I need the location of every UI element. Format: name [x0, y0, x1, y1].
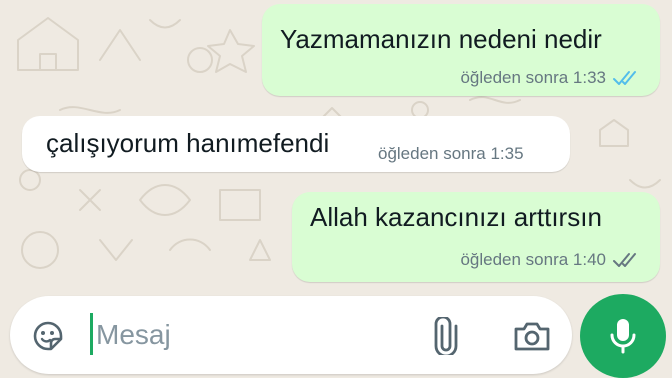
- message-text: Yazmamanızın nedeni nedir: [280, 24, 602, 54]
- message-text: çalışıyorum hanımefendi: [46, 128, 330, 158]
- message-text: Allah kazancınızı arttırsın: [310, 202, 602, 232]
- message-bubble-outgoing[interactable]: Yazmamanızın nedeni nedir öğleden sonra …: [262, 4, 660, 96]
- message-time: öğleden sonra 1:40: [460, 250, 606, 269]
- message-bubble-incoming[interactable]: çalışıyorum hanımefendi öğleden sonra 1:…: [22, 116, 570, 172]
- message-bubble-outgoing[interactable]: Allah kazancınızı arttırsın öğleden sonr…: [292, 192, 660, 282]
- message-time: öğleden sonra 1:35: [378, 144, 524, 163]
- message-input[interactable]: [92, 312, 420, 358]
- sticker-icon[interactable]: [28, 316, 68, 356]
- attach-icon[interactable]: [426, 314, 466, 358]
- voice-record-button[interactable]: [580, 294, 666, 378]
- message-time: öğleden sonra 1:33: [460, 68, 606, 87]
- mic-icon: [610, 319, 636, 354]
- camera-icon[interactable]: [510, 314, 554, 358]
- delivered-double-tick-icon: [613, 253, 636, 267]
- read-double-tick-icon: [613, 71, 636, 85]
